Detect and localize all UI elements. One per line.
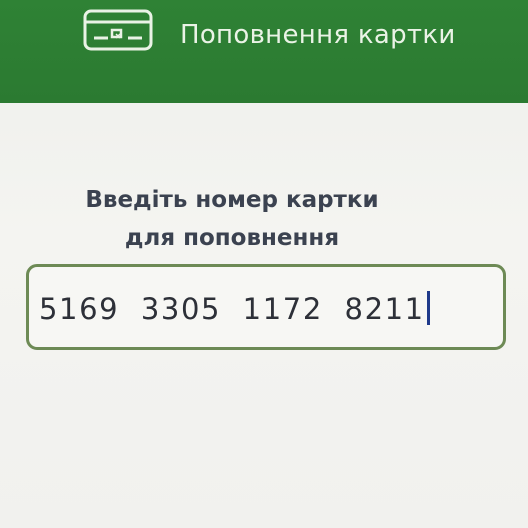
header-title: Поповнення картки: [180, 20, 456, 50]
card-number-input[interactable]: 5169 3305 1172 8211: [26, 264, 506, 350]
header-bar: Поповнення картки: [0, 0, 528, 103]
card-icon: [83, 9, 153, 51]
text-caret: [426, 291, 430, 325]
card-number-value: 5169 3305 1172 8211: [39, 292, 425, 326]
prompt-line-2: для поповнення: [124, 225, 340, 251]
prompt-line-1: Введіть номер картки: [85, 187, 379, 213]
card-number-display: 5169 3305 1172 8211: [39, 291, 430, 327]
atm-screen: Поповнення картки Введіть номер картки д…: [0, 0, 528, 528]
